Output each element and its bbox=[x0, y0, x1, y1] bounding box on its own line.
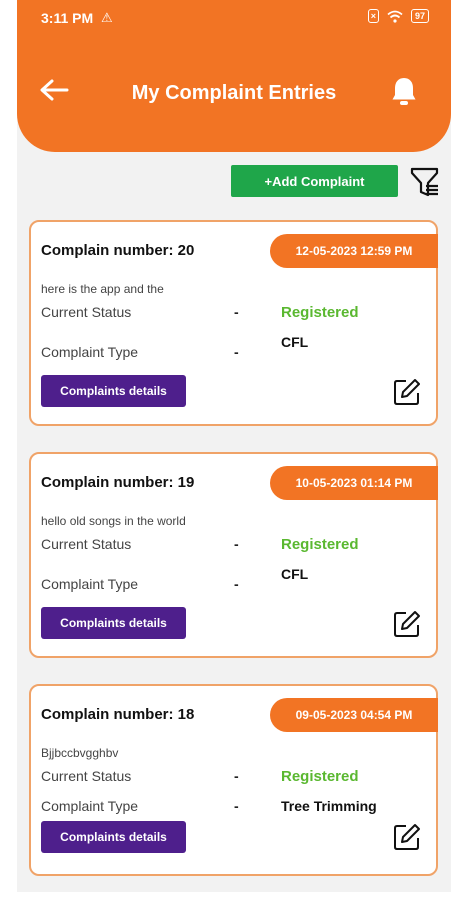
app-screen: 3:11 PM ⚠ × 97 My Complaint Entries +Add… bbox=[17, 0, 451, 892]
edit-icon[interactable] bbox=[392, 377, 422, 407]
status-icons: × 97 bbox=[367, 9, 429, 23]
complaints-details-button[interactable]: Complaints details bbox=[41, 821, 186, 853]
complaint-date-badge: 10-05-2023 01:14 PM bbox=[270, 466, 438, 500]
complaint-type-label: Complaint Type bbox=[41, 576, 139, 592]
complaint-number: Complain number: 20 bbox=[41, 242, 195, 259]
sim-icon: × bbox=[367, 9, 379, 23]
header: 3:11 PM ⚠ × 97 My Complaint Entries bbox=[17, 0, 451, 152]
status-time: 3:11 PM bbox=[41, 10, 94, 26]
complaints-details-button[interactable]: Complaints details bbox=[41, 607, 186, 639]
complaint-number: Complain number: 19 bbox=[41, 474, 195, 491]
complaint-date-badge: 09-05-2023 04:54 PM bbox=[270, 698, 438, 732]
status-bar: 3:11 PM ⚠ × 97 bbox=[17, 0, 451, 36]
type-separator: - bbox=[234, 344, 239, 360]
warning-icon: ⚠ bbox=[101, 10, 113, 25]
complaint-card: Complain number: 19 10-05-2023 01:14 PM … bbox=[29, 452, 438, 658]
complaint-number: Complain number: 18 bbox=[41, 706, 195, 723]
edit-icon[interactable] bbox=[392, 609, 422, 639]
status-separator: - bbox=[234, 304, 239, 320]
complaint-type-label: Complaint Type bbox=[41, 344, 139, 360]
filter-list-icon[interactable] bbox=[409, 166, 441, 198]
current-status-label: Current Status bbox=[41, 768, 132, 784]
complaint-description: here is the app and the bbox=[41, 282, 164, 296]
page-title: My Complaint Entries bbox=[131, 82, 337, 104]
complaint-description: hello old songs in the world bbox=[41, 514, 186, 528]
complaints-details-button[interactable]: Complaints details bbox=[41, 375, 186, 407]
complaint-date-badge: 12-05-2023 12:59 PM bbox=[270, 234, 438, 268]
complaint-card: Complain number: 18 09-05-2023 04:54 PM … bbox=[29, 684, 438, 876]
status-value: Registered bbox=[281, 536, 359, 553]
add-complaint-button[interactable]: +Add Complaint bbox=[231, 165, 398, 197]
type-separator: - bbox=[234, 576, 239, 592]
complaint-description: Bjjbccbvgghbv bbox=[41, 746, 119, 760]
status-separator: - bbox=[234, 536, 239, 552]
status-value: Registered bbox=[281, 304, 359, 321]
complaint-card: Complain number: 20 12-05-2023 12:59 PM … bbox=[29, 220, 438, 426]
edit-icon[interactable] bbox=[392, 822, 422, 852]
battery-icon: 97 bbox=[410, 9, 429, 23]
wifi-icon bbox=[387, 10, 403, 23]
status-separator: - bbox=[234, 768, 239, 784]
complaint-type-value: CFL bbox=[281, 334, 309, 350]
current-status-label: Current Status bbox=[41, 536, 132, 552]
complaint-type-value: Tree Trimming bbox=[281, 798, 377, 814]
complaint-type-label: Complaint Type bbox=[41, 798, 139, 814]
current-status-label: Current Status bbox=[41, 304, 132, 320]
complaint-type-value: CFL bbox=[281, 566, 309, 582]
bell-icon[interactable] bbox=[391, 76, 417, 106]
status-value: Registered bbox=[281, 768, 359, 785]
type-separator: - bbox=[234, 798, 239, 814]
